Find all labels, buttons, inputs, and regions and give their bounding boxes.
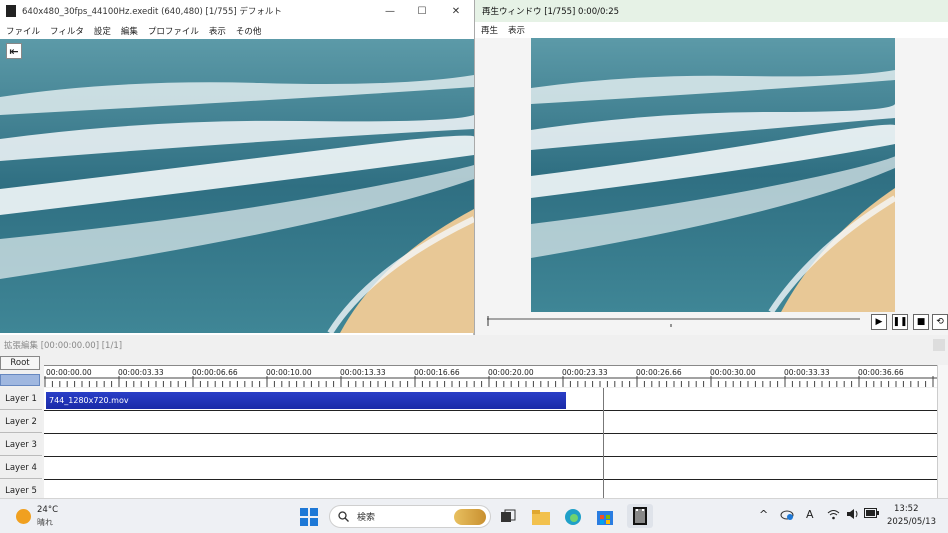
main-editor-window: 640x480_30fps_44100Hz.exedit (640,480) [… xyxy=(0,0,474,335)
layer-label-4[interactable]: Layer 4 xyxy=(0,457,42,479)
timeline-status-bar: 拡張編集 [00:00:00.00] [1/1] xyxy=(0,337,948,353)
playback-title-bar[interactable]: 再生ウィンドウ [1/755] 0:00/0:25 xyxy=(475,0,948,22)
minimize-button[interactable]: — xyxy=(374,0,406,22)
film-app-icon xyxy=(6,5,16,17)
main-title-bar[interactable]: 640x480_30fps_44100Hz.exedit (640,480) [… xyxy=(0,0,474,22)
menu-other[interactable]: その他 xyxy=(236,25,262,37)
tick-label: 00:00:26.66 xyxy=(636,368,682,377)
tick-label: 00:00:30.00 xyxy=(710,368,756,377)
tick-label: 00:00:06.66 xyxy=(192,368,238,377)
search-highlight-icon xyxy=(454,509,486,525)
layer-label-1[interactable]: Layer 1 xyxy=(0,388,42,410)
maximize-button[interactable]: ☐ xyxy=(406,0,438,22)
layer-label-3[interactable]: Layer 3 xyxy=(0,434,42,456)
timeline-status-text: 拡張編集 [00:00:00.00] [1/1] xyxy=(4,341,123,351)
menu-edit[interactable]: 編集 xyxy=(121,25,138,37)
loop-button[interactable]: ⟲ xyxy=(932,314,948,330)
clock-date[interactable]: 2025/05/13 xyxy=(887,517,936,527)
battery-icon[interactable] xyxy=(864,508,879,521)
tray-onedrive-icon[interactable] xyxy=(780,508,794,523)
layer-track-2[interactable] xyxy=(44,411,937,434)
tick-label: 00:00:36.66 xyxy=(858,368,904,377)
aviutl-app-icon[interactable] xyxy=(627,504,653,528)
playback-menu-bar: 再生 表示 xyxy=(475,22,948,38)
volume-icon[interactable] xyxy=(846,508,859,523)
main-menu-bar: ファイル フィルタ 設定 編集 プロファイル 表示 その他 xyxy=(0,22,474,39)
menu-filter[interactable]: フィルタ xyxy=(50,25,84,37)
close-button[interactable]: ✕ xyxy=(440,0,472,22)
tick-label: 00:00:00.00 xyxy=(46,368,92,377)
menu-display[interactable]: 表示 xyxy=(508,24,525,36)
search-icon xyxy=(338,511,349,522)
play-button[interactable]: ▶ xyxy=(871,314,887,330)
timeline-vertical-scrollbar[interactable] xyxy=(937,365,948,498)
main-window-title: 640x480_30fps_44100Hz.exedit (640,480) [… xyxy=(22,7,282,17)
tray-chevron-icon[interactable]: ^ xyxy=(759,508,768,521)
end-marker-line xyxy=(603,388,604,498)
sun-icon[interactable] xyxy=(16,509,31,524)
root-scene-button[interactable]: Root xyxy=(0,356,40,370)
playback-window-title: 再生ウィンドウ [1/755] 0:00/0:25 xyxy=(482,7,620,17)
tick-label: 00:00:13.33 xyxy=(340,368,386,377)
store-icon[interactable] xyxy=(595,507,615,527)
layer-track-4[interactable] xyxy=(44,457,937,480)
layer-header-column: Layer 1 Layer 2 Layer 3 Layer 4 Layer 5 xyxy=(0,388,44,502)
layer-track-1[interactable]: 744_1280x720.mov xyxy=(44,388,937,411)
clip-name: 744_1280x720.mov xyxy=(49,396,129,405)
weather-condition[interactable]: 晴れ xyxy=(37,517,53,528)
menu-play[interactable]: 再生 xyxy=(481,24,498,36)
pause-button[interactable]: ❚❚ xyxy=(892,314,908,330)
menu-file[interactable]: ファイル xyxy=(6,25,40,37)
layer-track-area[interactable]: 744_1280x720.mov xyxy=(44,388,937,498)
tick-label: 00:00:20.00 xyxy=(488,368,534,377)
timeline-zoom-slider[interactable] xyxy=(0,374,40,386)
edge-browser-icon[interactable] xyxy=(563,507,583,527)
taskbar-search-box[interactable]: 検索 xyxy=(329,505,491,528)
windows-start-icon[interactable] xyxy=(299,507,319,527)
tick-label: 00:00:10.00 xyxy=(266,368,312,377)
timeline-close-icon[interactable] xyxy=(933,339,945,351)
wifi-icon[interactable] xyxy=(827,508,840,523)
layer-label-2[interactable]: Layer 2 xyxy=(0,411,42,433)
back-to-start-button[interactable]: ⇤ xyxy=(6,43,22,59)
tick-label: 00:00:33.33 xyxy=(784,368,830,377)
menu-settings[interactable]: 設定 xyxy=(94,25,111,37)
ime-indicator[interactable]: A xyxy=(806,508,814,521)
playback-video-preview[interactable] xyxy=(531,38,895,312)
menu-profile[interactable]: プロファイル xyxy=(148,25,199,37)
tick-label: 00:00:23.33 xyxy=(562,368,608,377)
weather-temperature[interactable]: 24°C xyxy=(37,505,58,515)
video-clip[interactable]: 744_1280x720.mov xyxy=(46,392,566,409)
task-view-icon[interactable] xyxy=(498,507,518,527)
root-label: Root xyxy=(10,358,30,368)
layer-track-3[interactable] xyxy=(44,434,937,457)
stop-button[interactable]: ■ xyxy=(913,314,929,330)
menu-view[interactable]: 表示 xyxy=(209,25,226,37)
tick-label: 00:00:03.33 xyxy=(118,368,164,377)
clock-time[interactable]: 13:52 xyxy=(894,504,919,514)
search-label: 検索 xyxy=(357,513,376,523)
seek-bar[interactable] xyxy=(487,316,862,328)
time-ruler[interactable]: 00:00:00.00 00:00:03.33 00:00:06.66 00:0… xyxy=(44,365,937,387)
taskbar: 24°C 晴れ 検索 ^ A 13:52 2025/05/13 xyxy=(0,498,948,533)
file-explorer-icon[interactable] xyxy=(531,507,551,527)
playback-window: 再生ウィンドウ [1/755] 0:00/0:25 再生 表示 ▶ ❚❚ ■ ⟲ xyxy=(474,0,948,335)
main-video-preview[interactable] xyxy=(0,39,474,333)
tick-label: 00:00:16.66 xyxy=(414,368,460,377)
